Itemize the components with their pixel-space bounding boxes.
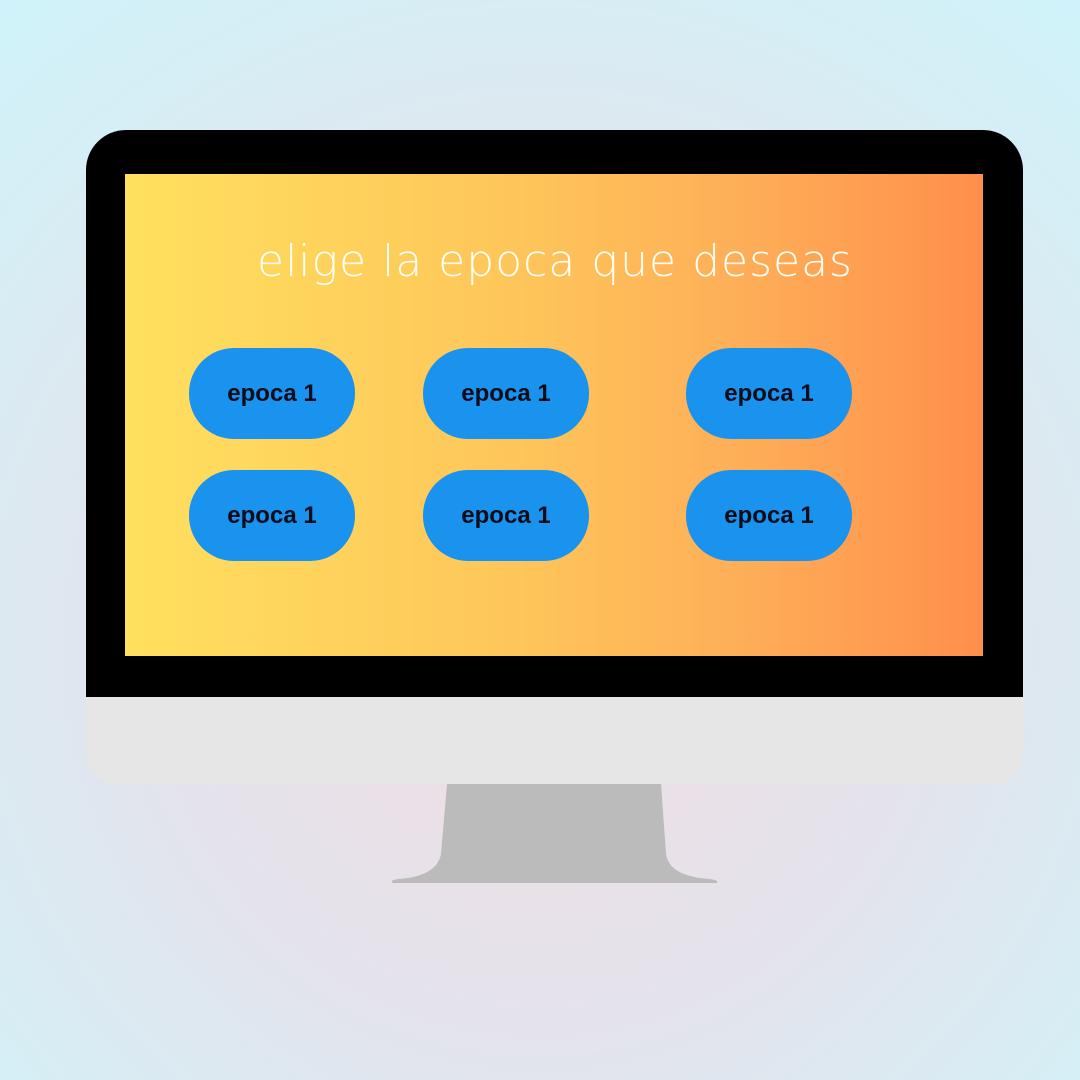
desktop-monitor: elige la epoca que deseas epoca 1 epoca … — [86, 130, 1023, 784]
era-button-1[interactable]: epoca 1 — [189, 348, 355, 439]
era-button-5[interactable]: epoca 1 — [423, 470, 589, 561]
era-button-2[interactable]: epoca 1 — [423, 348, 589, 439]
era-button-6[interactable]: epoca 1 — [686, 470, 852, 561]
monitor-bezel: elige la epoca que deseas epoca 1 epoca … — [86, 130, 1023, 697]
monitor-stand — [391, 784, 718, 883]
monitor-screen: elige la epoca que deseas epoca 1 epoca … — [125, 174, 983, 656]
monitor-chin — [86, 697, 1023, 784]
page-title: elige la epoca que deseas — [257, 236, 853, 287]
era-button-4[interactable]: epoca 1 — [189, 470, 355, 561]
era-button-3[interactable]: epoca 1 — [686, 348, 852, 439]
